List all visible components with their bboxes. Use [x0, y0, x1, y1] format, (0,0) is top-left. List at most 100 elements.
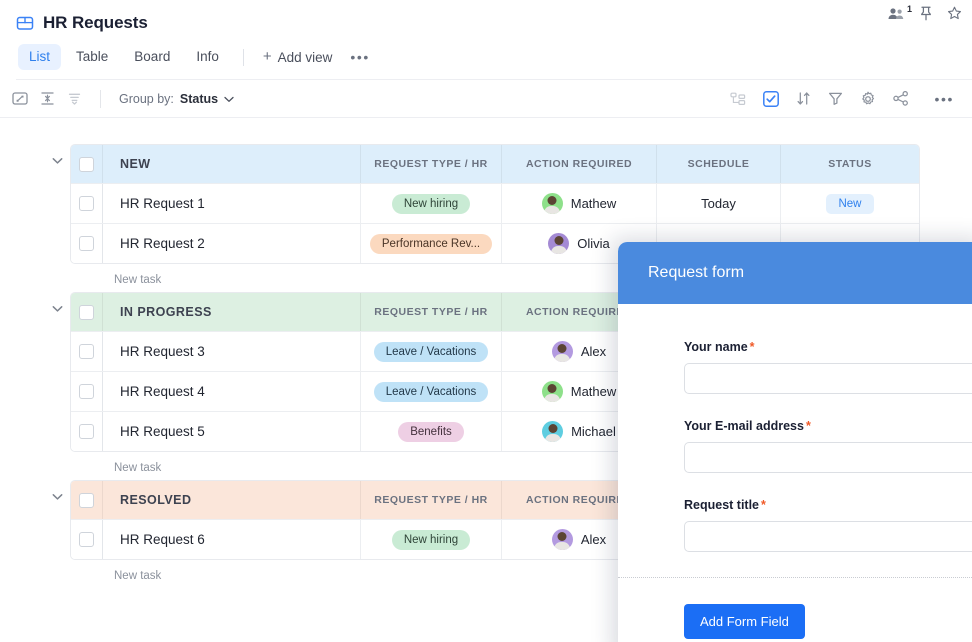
form-field-label: Your name*: [684, 340, 972, 354]
select-all-cell[interactable]: [71, 145, 103, 183]
toolbar-more-icon[interactable]: •••: [926, 94, 962, 104]
row-checkbox-cell[interactable]: [71, 184, 103, 223]
request-type-tag[interactable]: New hiring: [392, 530, 470, 550]
column-header-type[interactable]: REQUEST TYPE / HR: [361, 481, 502, 519]
chevron-down-icon[interactable]: [44, 292, 70, 452]
assignee[interactable]: Mathew: [542, 193, 617, 214]
toolbar-right: •••: [730, 91, 962, 107]
request-type-cell[interactable]: Leave / Vacations: [361, 332, 502, 371]
collapse-rows-icon[interactable]: [40, 91, 55, 106]
request-form-header: Request form: [618, 242, 972, 304]
select-all-cell[interactable]: [71, 293, 103, 331]
form-field-input[interactable]: [684, 363, 972, 394]
tab-table[interactable]: Table: [65, 44, 119, 70]
request-type-tag[interactable]: Benefits: [398, 422, 464, 442]
form-field: Request title*: [684, 498, 972, 552]
row-checkbox-cell[interactable]: [71, 520, 103, 559]
task-name-cell[interactable]: HR Request 1: [103, 184, 361, 223]
status-badge[interactable]: New: [826, 194, 873, 214]
checkbox-icon[interactable]: [79, 196, 94, 211]
checkbox-icon[interactable]: [79, 236, 94, 251]
checkbox-icon[interactable]: [79, 344, 94, 359]
group-title: NEW: [120, 157, 151, 171]
form-field-label: Request title*: [684, 498, 972, 512]
tabs-more-icon[interactable]: •••: [342, 52, 378, 62]
assignee[interactable]: Alex: [552, 341, 606, 362]
group-by-control[interactable]: Group by: Status: [119, 92, 234, 106]
form-field-input[interactable]: [684, 521, 972, 552]
checkbox-icon[interactable]: [79, 305, 94, 320]
required-marker: *: [750, 340, 755, 354]
row-checkbox-cell[interactable]: [71, 332, 103, 371]
action-required-cell[interactable]: Mathew: [502, 184, 657, 223]
checkbox-icon[interactable]: [79, 157, 94, 172]
folder-icon: [16, 14, 34, 32]
assignee[interactable]: Olivia: [548, 233, 610, 254]
group-title-cell: RESOLVED: [103, 481, 361, 519]
checkbox-icon[interactable]: [79, 532, 94, 547]
task-name-cell[interactable]: HR Request 6: [103, 520, 361, 559]
tab-list[interactable]: List: [18, 44, 61, 70]
request-type-cell[interactable]: Benefits: [361, 412, 502, 451]
add-form-field-button[interactable]: Add Form Field: [684, 604, 805, 639]
chevron-down-icon[interactable]: [44, 480, 70, 560]
column-header-action[interactable]: ACTION REQUIRED: [502, 145, 657, 183]
view-toolbar: Group by: Status: [0, 80, 972, 118]
status-cell[interactable]: New: [781, 184, 919, 223]
table-row[interactable]: HR Request 1 New hiring Mathew Today New: [71, 183, 919, 223]
column-header-schedule[interactable]: SCHEDULE: [657, 145, 781, 183]
checkbox-icon[interactable]: [763, 91, 779, 107]
gear-icon[interactable]: [860, 91, 876, 107]
task-name-cell[interactable]: HR Request 5: [103, 412, 361, 451]
select-all-cell[interactable]: [71, 481, 103, 519]
task-name-cell[interactable]: HR Request 2: [103, 224, 361, 263]
star-icon[interactable]: [947, 6, 962, 21]
column-header-type[interactable]: REQUEST TYPE / HR: [361, 293, 502, 331]
row-checkbox-cell[interactable]: [71, 412, 103, 451]
column-header-status[interactable]: STATUS: [781, 145, 919, 183]
request-type-cell[interactable]: Leave / Vacations: [361, 372, 502, 411]
view-tabs: List Table Board Info + Add view •••: [16, 40, 972, 74]
pin-icon[interactable]: [919, 6, 933, 21]
checkbox-icon[interactable]: [79, 424, 94, 439]
people-icon[interactable]: 1: [888, 7, 905, 20]
collapse-all-icon[interactable]: [67, 91, 82, 106]
task-name: HR Request 2: [120, 236, 205, 251]
assignee[interactable]: Alex: [552, 529, 606, 550]
request-form-title: Request form: [648, 264, 744, 282]
filter-icon[interactable]: [828, 91, 843, 106]
request-type-tag[interactable]: Performance Rev...: [370, 234, 492, 254]
tab-board[interactable]: Board: [123, 44, 181, 70]
group-by-label: Group by:: [119, 92, 174, 106]
request-type-cell[interactable]: New hiring: [361, 520, 502, 559]
share-icon[interactable]: [893, 91, 909, 106]
checkbox-icon[interactable]: [79, 384, 94, 399]
header-divider: [16, 79, 972, 80]
row-checkbox-cell[interactable]: [71, 372, 103, 411]
request-type-tag[interactable]: Leave / Vacations: [374, 342, 489, 362]
request-form-body: Your name*Your E-mail address*Request ti…: [618, 304, 972, 639]
tab-info[interactable]: Info: [185, 44, 230, 70]
expand-icon[interactable]: [12, 91, 28, 106]
assignee[interactable]: Mathew: [542, 381, 617, 402]
add-view-button[interactable]: + Add view: [257, 46, 339, 69]
schedule-cell[interactable]: Today: [657, 184, 781, 223]
request-type-cell[interactable]: New hiring: [361, 184, 502, 223]
request-type-cell[interactable]: Performance Rev...: [361, 224, 502, 263]
required-marker: *: [761, 498, 766, 512]
task-name-cell[interactable]: HR Request 4: [103, 372, 361, 411]
checkbox-icon[interactable]: [79, 493, 94, 508]
assignee[interactable]: Michael: [542, 421, 616, 442]
chevron-down-icon[interactable]: [44, 144, 70, 264]
request-type-tag[interactable]: New hiring: [392, 194, 470, 214]
avatar: [542, 381, 563, 402]
subtasks-icon[interactable]: [730, 92, 746, 106]
task-name: HR Request 1: [120, 196, 205, 211]
request-type-tag[interactable]: Leave / Vacations: [374, 382, 489, 402]
column-header-type[interactable]: REQUEST TYPE / HR: [361, 145, 502, 183]
form-field-input[interactable]: [684, 442, 972, 473]
group-title: IN PROGRESS: [120, 305, 212, 319]
sort-icon[interactable]: [796, 91, 811, 106]
task-name-cell[interactable]: HR Request 3: [103, 332, 361, 371]
row-checkbox-cell[interactable]: [71, 224, 103, 263]
